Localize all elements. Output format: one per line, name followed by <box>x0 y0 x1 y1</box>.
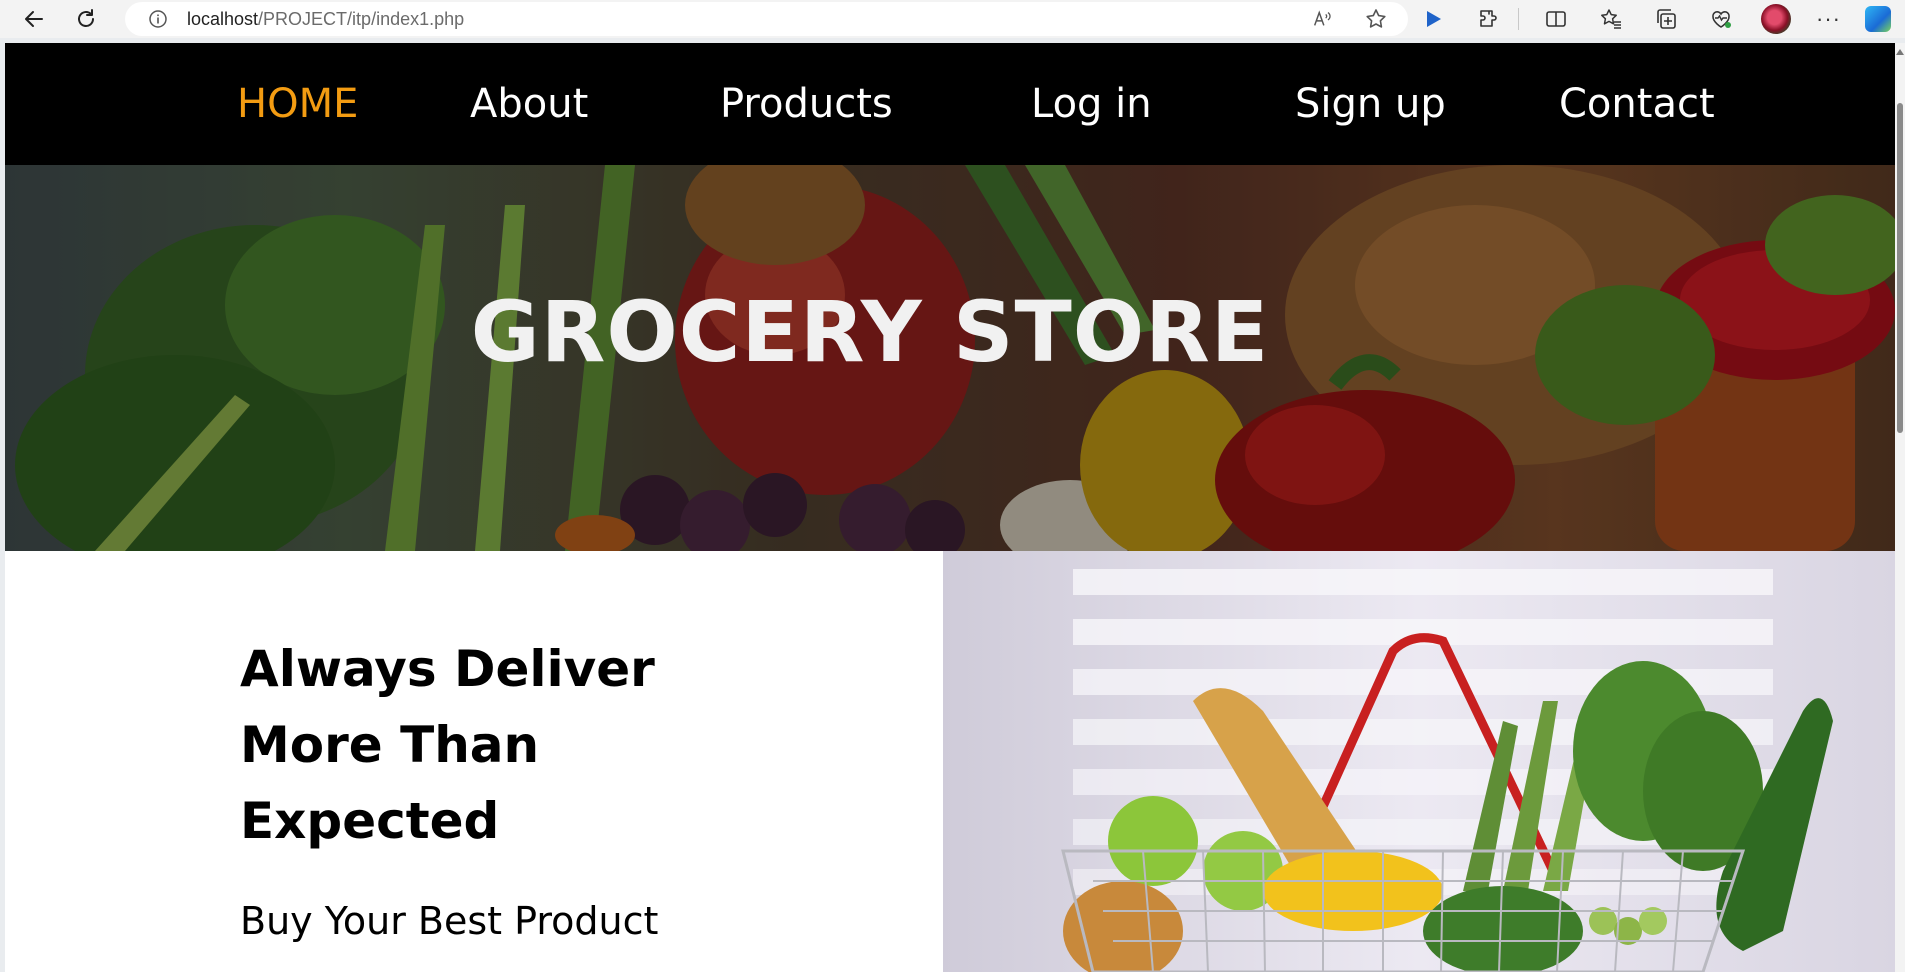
grocery-basket-image <box>943 551 1895 972</box>
browser-essentials-icon[interactable] <box>1706 4 1736 34</box>
read-aloud-icon[interactable] <box>1308 5 1336 33</box>
toolbar-divider <box>1518 8 1519 30</box>
info-icon[interactable] <box>147 8 169 30</box>
profile-avatar[interactable] <box>1761 4 1791 34</box>
copilot-icon[interactable] <box>1864 6 1891 32</box>
url-host: localhost <box>187 8 259 29</box>
url-path: /PROJECT/itp/index1.php <box>258 8 465 29</box>
intro-section: Always Deliver More Than Expected Buy Yo… <box>5 551 1895 972</box>
address-bar[interactable]: localhost/PROJECT/itp/index1.php <box>125 2 1408 36</box>
collections-icon[interactable] <box>1651 4 1681 34</box>
favorites-icon[interactable] <box>1596 4 1626 34</box>
nav-contact-link[interactable]: Contact <box>1559 43 1715 165</box>
favorite-star-icon[interactable] <box>1362 5 1390 33</box>
browser-toolbar: localhost/PROJECT/itp/index1.php ··· <box>0 0 1905 38</box>
extensions-icon[interactable] <box>1473 4 1503 34</box>
nav-products-link[interactable]: Products <box>720 43 893 165</box>
scroll-up-arrow-icon[interactable] <box>1896 49 1904 55</box>
nav-about-link[interactable]: About <box>470 43 588 165</box>
page-viewport: HOME About Products Log in Sign up Conta… <box>5 43 1895 972</box>
site-navbar: HOME About Products Log in Sign up Conta… <box>5 43 1895 165</box>
nav-login-link[interactable]: Log in <box>1031 43 1152 165</box>
page-scrollbar[interactable] <box>1895 43 1905 972</box>
play-icon[interactable] <box>1418 4 1448 34</box>
more-icon[interactable]: ··· <box>1816 6 1841 32</box>
url-text[interactable]: localhost/PROJECT/itp/index1.php <box>187 9 464 30</box>
split-screen-icon[interactable] <box>1541 4 1571 34</box>
section-headline: Always Deliver More Than Expected <box>240 640 655 850</box>
back-icon[interactable] <box>16 1 52 37</box>
scrollbar-thumb[interactable] <box>1897 103 1903 433</box>
hero-banner: GROCERY STORE <box>5 165 1895 551</box>
hero-title: GROCERY STORE <box>470 283 1270 381</box>
reload-icon[interactable] <box>68 1 104 37</box>
section-subline: Buy Your Best Product <box>240 899 659 943</box>
nav-home-link[interactable]: HOME <box>237 43 358 165</box>
nav-signup-link[interactable]: Sign up <box>1295 43 1446 165</box>
